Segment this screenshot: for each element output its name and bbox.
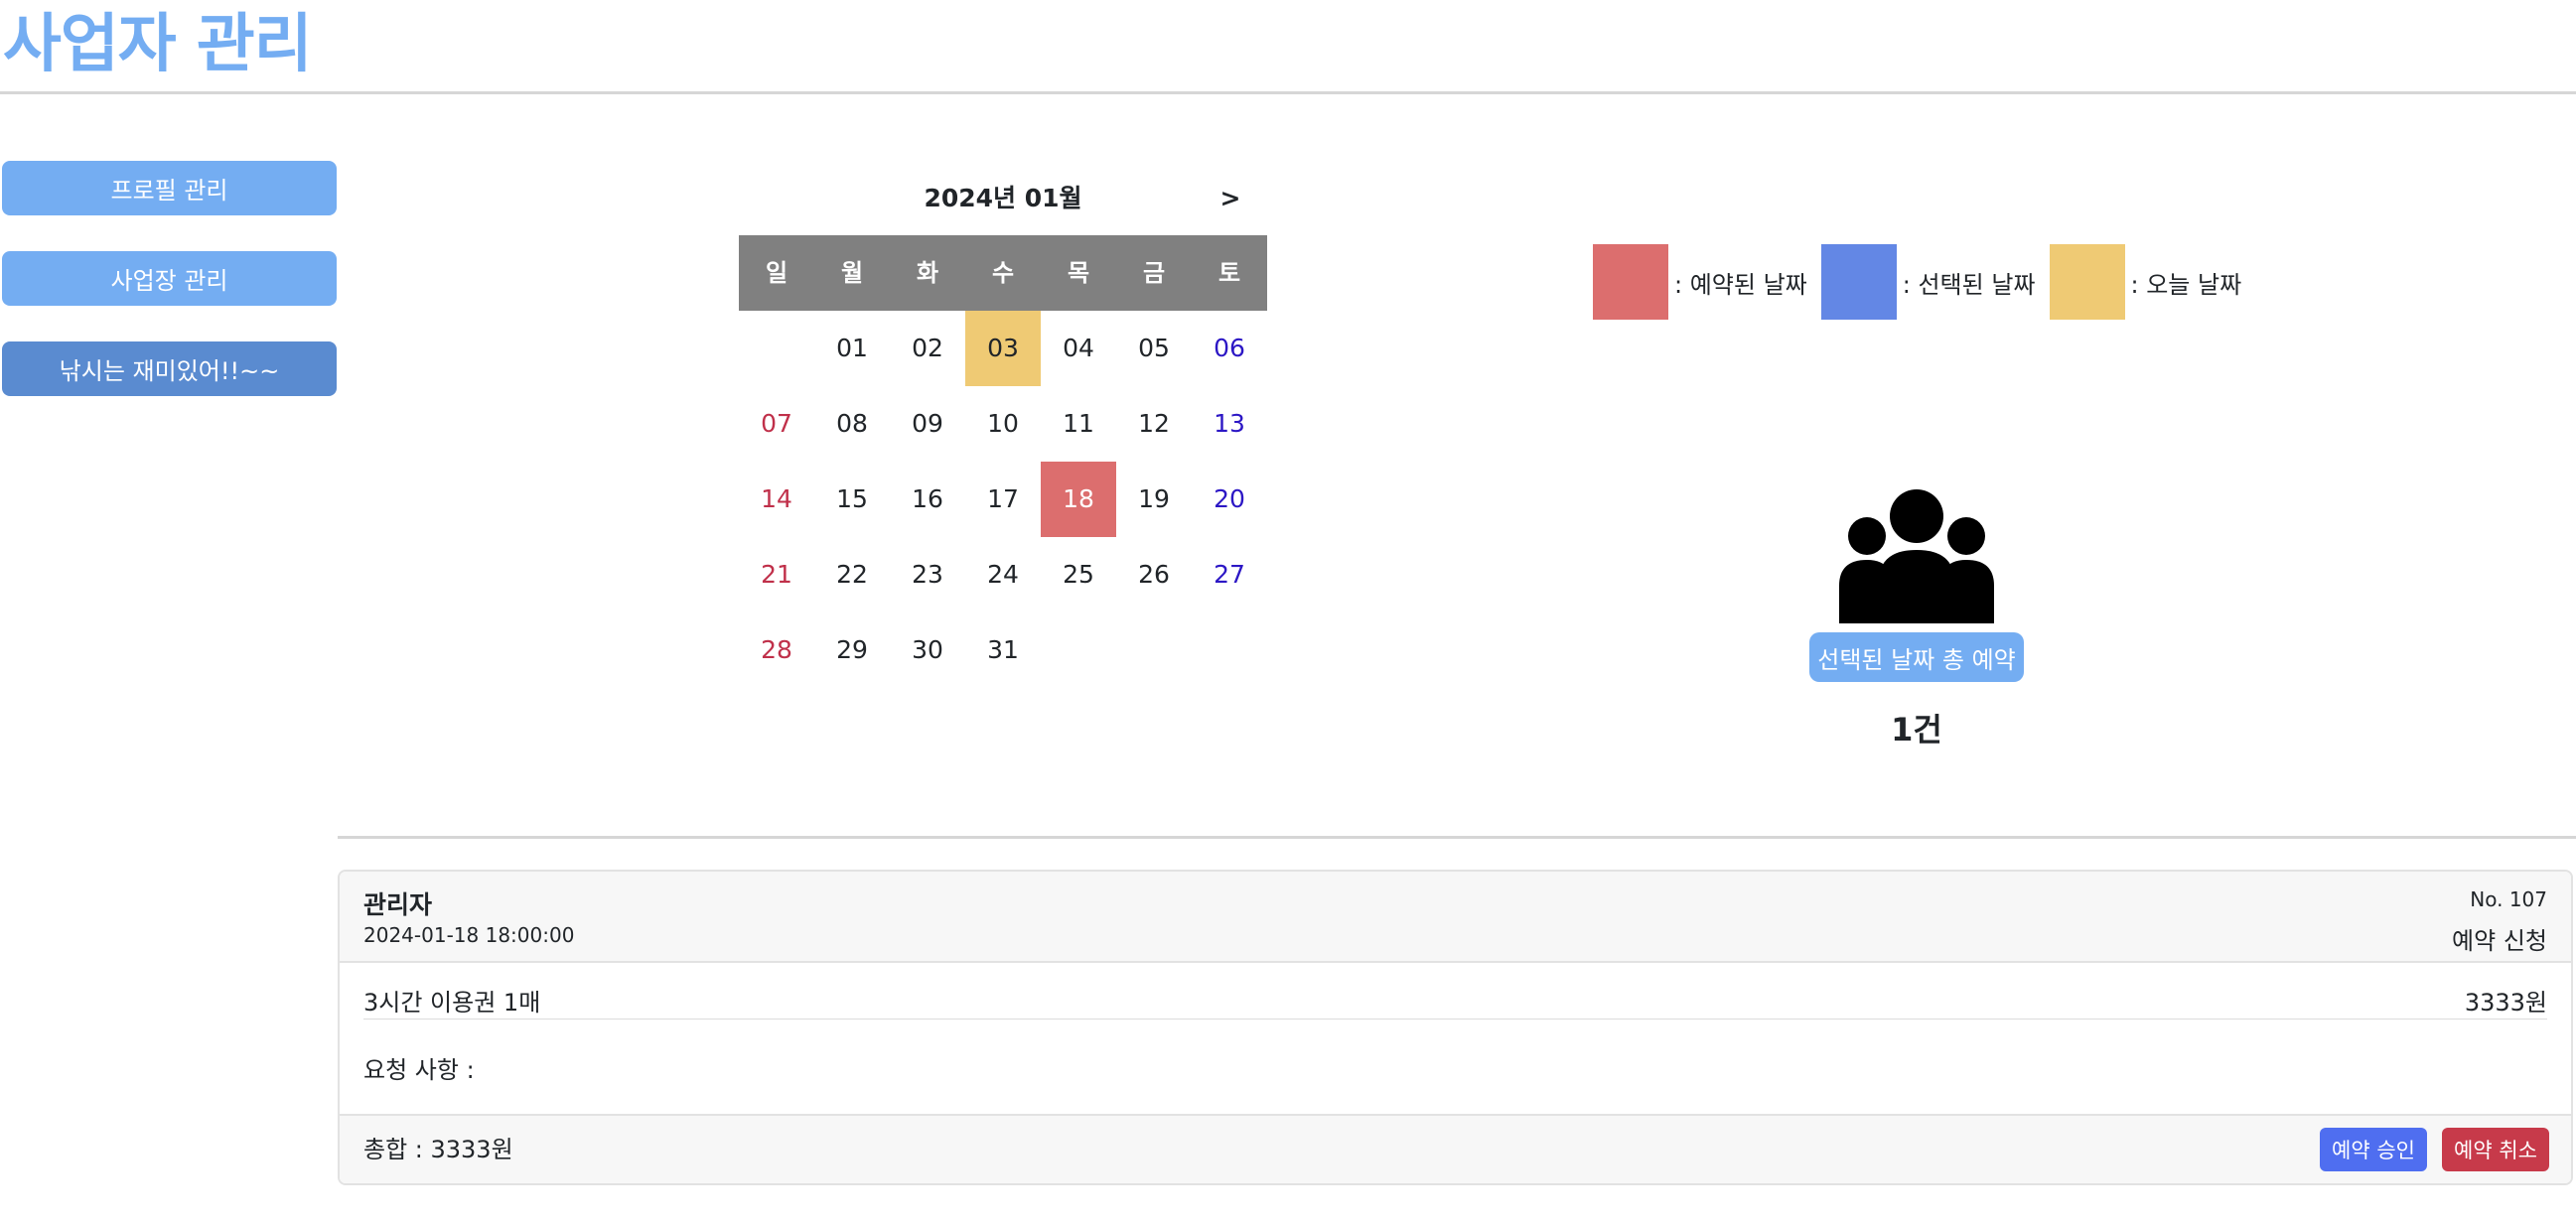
legend-label: : 선택된 날짜 <box>1902 270 2036 299</box>
calendar-day[interactable]: 28 <box>739 612 814 688</box>
weekday-label: 화 <box>916 259 939 287</box>
calendar-day[interactable]: 25 <box>1041 537 1116 612</box>
sidebar-item-profile[interactable]: 프로필 관리 <box>2 161 337 215</box>
reservation-status: 예약 신청 <box>2452 927 2547 955</box>
cancel-reservation-button[interactable]: 예약 취소 <box>2442 1128 2549 1171</box>
weekday-label: 토 <box>1217 259 1241 287</box>
calendar-day[interactable]: 27 <box>1192 537 1267 612</box>
reservation-number: No. 107 <box>2470 887 2547 911</box>
calendar-day[interactable]: 31 <box>965 612 1041 688</box>
calendar-month-label: 2024년 01월 <box>924 184 1082 212</box>
calendar-day[interactable]: 03 <box>965 311 1041 386</box>
weekday-label: 월 <box>840 259 864 287</box>
calendar-day[interactable]: 26 <box>1116 537 1192 612</box>
calendar-day[interactable]: 04 <box>1041 311 1116 386</box>
calendar-day[interactable]: 19 <box>1116 462 1192 537</box>
calendar-day[interactable]: 17 <box>965 462 1041 537</box>
sidebar-item-store[interactable]: 낚시는 재미있어!!~~ <box>2 341 337 396</box>
next-month-button[interactable]: > <box>1206 175 1255 222</box>
calendar-weekday-row: 일월화수목금토 <box>739 235 1267 311</box>
weekday-label: 금 <box>1142 259 1166 287</box>
header-divider <box>0 91 2576 94</box>
calendar-day[interactable]: 02 <box>890 311 965 386</box>
sidebar-item-business[interactable]: 사업장 관리 <box>2 251 337 306</box>
weekday-label: 수 <box>991 259 1015 287</box>
legend-swatch <box>2049 244 2125 320</box>
reservation-total: 총합 : 3333원 <box>363 1136 513 1163</box>
reservation-card-body: 3시간 이용권 1매 3333원 요청 사항 : <box>340 963 2571 1114</box>
legend-label: : 오늘 날짜 <box>2130 270 2242 299</box>
reservation-datetime: 2024-01-18 18:00:00 <box>363 923 575 947</box>
reservation-card-footer: 총합 : 3333원 예약 승인 예약 취소 <box>340 1114 2571 1183</box>
calendar-day[interactable]: 06 <box>1192 311 1267 386</box>
calendar-day[interactable]: 01 <box>814 311 890 386</box>
calendar-day[interactable]: 09 <box>890 386 965 462</box>
approve-reservation-button[interactable]: 예약 승인 <box>2320 1128 2427 1171</box>
calendar-day[interactable]: 16 <box>890 462 965 537</box>
reservation-card-header: 관리자 2024-01-18 18:00:00 No. 107 예약 신청 <box>340 872 2571 963</box>
calendar-grid: 01 02 03 04 05 06 07 08 09 10 11 12 13 14 15 16 17 18 19 20… <box>739 311 1267 688</box>
weekday-label: 목 <box>1067 259 1090 287</box>
calendar-day[interactable]: 11 <box>1041 386 1116 462</box>
calendar-day[interactable]: 05 <box>1116 311 1192 386</box>
calendar-day[interactable]: 21 <box>739 537 814 612</box>
legend-swatch <box>1820 244 1897 320</box>
calendar-legend: : 예약된 날짜 : 선택된 날짜 : 오늘 날짜 <box>1593 244 2255 320</box>
calendar-day[interactable]: 23 <box>890 537 965 612</box>
calendar-day[interactable]: 29 <box>814 612 890 688</box>
reservation-card: 관리자 2024-01-18 18:00:00 No. 107 예약 신청 3시… <box>338 870 2573 1185</box>
calendar-day[interactable]: 30 <box>890 612 965 688</box>
total-reservations-badge: 선택된 날짜 총 예약 <box>1809 632 2024 682</box>
section-divider <box>338 836 2576 839</box>
calendar-day[interactable]: 24 <box>965 537 1041 612</box>
legend-label: : 예약된 날짜 <box>1674 270 1807 299</box>
calendar-day[interactable]: 20 <box>1192 462 1267 537</box>
total-reservations-count: 1건 <box>1891 711 1942 748</box>
calendar-header: 2024년 01월 > <box>739 175 1267 222</box>
calendar-day[interactable]: 10 <box>965 386 1041 462</box>
page-title: 사업자 관리 <box>3 8 313 81</box>
weekday-label: 일 <box>765 259 788 287</box>
reservation-item-price: 3333원 <box>2464 989 2547 1017</box>
users-icon <box>1839 489 1994 623</box>
calendar-empty-cell <box>739 311 814 386</box>
calendar-day[interactable]: 07 <box>739 386 814 462</box>
calendar-day[interactable]: 15 <box>814 462 890 537</box>
calendar-day[interactable]: 08 <box>814 386 890 462</box>
calendar-day[interactable]: 14 <box>739 462 814 537</box>
reserver-name: 관리자 <box>363 890 433 919</box>
reservation-item-name: 3시간 이용권 1매 <box>363 989 541 1017</box>
reservation-item-row: 3시간 이용권 1매 3333원 <box>363 983 2547 1019</box>
calendar-day[interactable]: 22 <box>814 537 890 612</box>
calendar-day[interactable]: 13 <box>1192 386 1267 462</box>
legend-swatch <box>1593 244 1668 320</box>
calendar-day[interactable]: 18 <box>1041 462 1116 537</box>
reservation-request: 요청 사항 : <box>363 1056 475 1084</box>
calendar-day[interactable]: 12 <box>1116 386 1192 462</box>
